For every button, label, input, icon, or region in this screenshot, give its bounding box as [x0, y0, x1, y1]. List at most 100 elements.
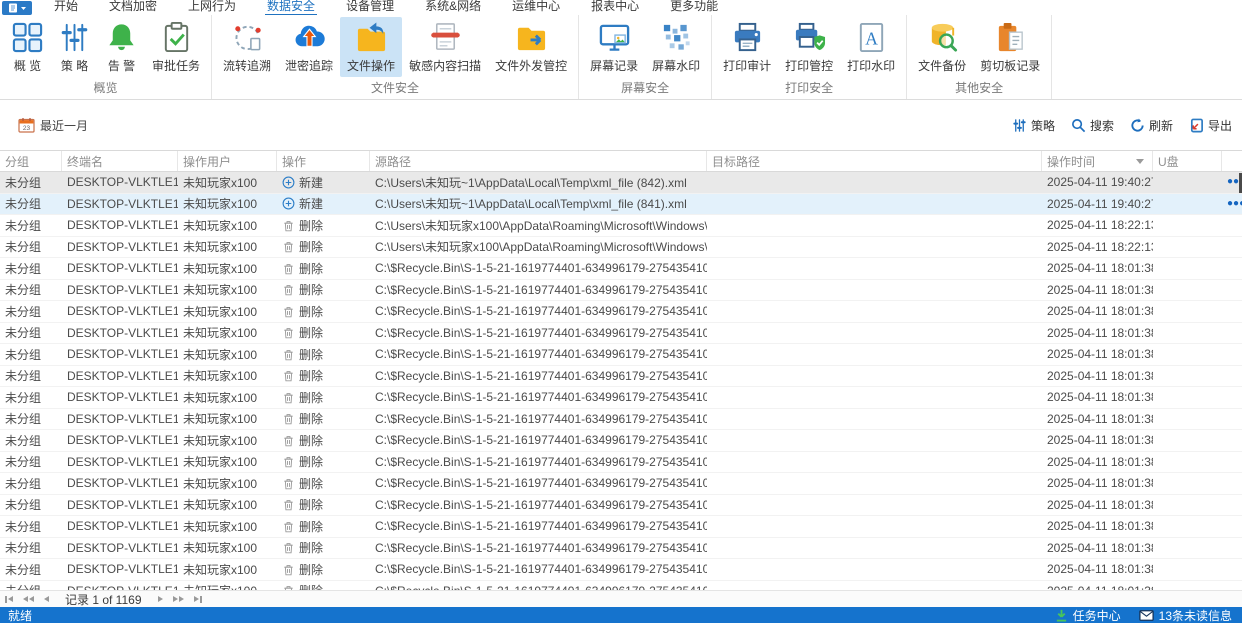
table-row[interactable]: 未分组DESKTOP-VLKTLE1未知玩家x100删除C:\$Recycle.… — [0, 581, 1242, 590]
policy-action-button[interactable]: 策略 — [1012, 117, 1055, 134]
sensitive-content-scan-button[interactable]: 敏感内容扫描 — [402, 17, 488, 77]
table-row[interactable]: 未分组 DESKTOP-VLKTLE1 未知玩家x100 新建 C:\Users\未知玩… — [0, 193, 1242, 215]
table-row[interactable]: 未分组DESKTOP-VLKTLE1未知玩家x100删除C:\$Recycle.… — [0, 516, 1242, 538]
approval-tasks-button[interactable]: 审批任务 — [145, 17, 207, 77]
table-row[interactable]: 未分组DESKTOP-VLKTLE1未知玩家x100删除C:\$Recycle.… — [0, 366, 1242, 387]
ribbon-tabs: 开始 文档加密 上网行为 数据安全 设备管理 系统&网络 运维中心 报表中心 更… — [52, 0, 720, 16]
file-operation-button[interactable]: 文件操作 — [340, 17, 403, 77]
tab-more-features[interactable]: 更多功能 — [668, 0, 720, 16]
alert-button[interactable]: 告 警 — [98, 17, 145, 77]
table-row[interactable]: 未分组DESKTOP-VLKTLE1未知玩家x100删除C:\$Recycle.… — [0, 387, 1242, 409]
table-row[interactable]: 未分组DESKTOP-VLKTLE1未知玩家x100删除C:\$Recycle.… — [0, 559, 1242, 581]
table-row[interactable]: 未分组DESKTOP-VLKTLE1未知玩家x100删除C:\$Recycle.… — [0, 473, 1242, 495]
cell-terminal: DESKTOP-VLKTLE1 — [67, 476, 178, 491]
cell-source-path: C:\$Recycle.Bin\S-1-5-21-1619774401-6349… — [375, 497, 707, 512]
tab-ops-center[interactable]: 运维中心 — [510, 0, 562, 16]
column-header-usb[interactable]: U盘 — [1153, 151, 1222, 171]
table-row[interactable]: 未分组 DESKTOP-VLKTLE1 未知玩家x100 删除 C:\Users\未知玩… — [0, 237, 1242, 258]
file-backup-button[interactable]: 文件备份 — [911, 17, 973, 77]
flow-trace-button[interactable]: 流转追溯 — [216, 17, 278, 77]
filter-dropdown-icon[interactable] — [1136, 158, 1144, 164]
cell-source-path: C:\$Recycle.Bin\S-1-5-21-1619774401-6349… — [375, 390, 707, 405]
print-control-button[interactable]: 打印管控 — [778, 17, 840, 77]
plus-circle-icon — [282, 176, 295, 189]
task-center-button[interactable]: 任务中心 — [1055, 607, 1121, 623]
cell-usb — [1153, 452, 1222, 473]
cell-source-path: C:\$Recycle.Bin\S-1-5-21-1619774401-6349… — [375, 347, 707, 362]
tab-web-behavior[interactable]: 上网行为 — [186, 0, 238, 16]
clipboard-record-button[interactable]: 剪切板记录 — [973, 17, 1047, 77]
table-row[interactable]: 未分组DESKTOP-VLKTLE1未知玩家x100删除C:\$Recycle.… — [0, 258, 1242, 280]
file-outgoing-folder-icon — [517, 27, 545, 51]
trash-icon — [284, 478, 293, 490]
tab-data-security[interactable]: 数据安全 — [265, 0, 318, 16]
cell-source-path: C:\$Recycle.Bin\S-1-5-21-1619774401-6349… — [370, 581, 707, 590]
cell-time: 2025-04-11 18:01:38 — [1047, 325, 1153, 340]
cell-user: 未知玩家x100 — [183, 519, 258, 534]
cell-user: 未知玩家x100 — [183, 197, 258, 212]
trash-icon — [284, 392, 293, 404]
trash-icon — [284, 242, 293, 253]
search-button[interactable]: 搜索 — [1071, 117, 1114, 134]
column-header-operation[interactable]: 操作 — [277, 151, 370, 171]
table-row[interactable]: 未分组DESKTOP-VLKTLE1未知玩家x100删除C:\$Recycle.… — [0, 323, 1242, 344]
fast-prev-page-button[interactable] — [21, 596, 36, 602]
table-row[interactable]: 未分组DESKTOP-VLKTLE1未知玩家x100删除C:\$Recycle.… — [0, 409, 1242, 430]
prev-page-button[interactable] — [42, 596, 51, 602]
cell-time: 2025-04-11 18:01:38 — [1047, 347, 1153, 362]
cell-usb — [1153, 495, 1222, 516]
table-row[interactable]: 未分组 DESKTOP-VLKTLE1 未知玩家x100 删除 C:\Users\未知玩… — [0, 215, 1242, 237]
row-actions-button[interactable]: ●●● — [1227, 198, 1242, 209]
table-row[interactable]: 未分组DESKTOP-VLKTLE1未知玩家x100删除C:\$Recycle.… — [0, 495, 1242, 516]
cell-operation: 删除 — [277, 581, 370, 590]
cell-group: 未分组 — [5, 519, 42, 534]
print-watermark-button[interactable]: A 打印水印 — [840, 17, 902, 77]
cell-usb — [1153, 430, 1222, 451]
column-header-target-path[interactable]: 目标路径 — [707, 151, 1042, 171]
cell-user: 未知玩家x100 — [183, 476, 258, 491]
tab-start[interactable]: 开始 — [52, 0, 80, 16]
table-row[interactable]: 未分组DESKTOP-VLKTLE1未知玩家x100删除C:\$Recycle.… — [0, 344, 1242, 366]
last-page-button[interactable] — [192, 595, 204, 603]
print-audit-button[interactable]: 打印审计 — [716, 17, 778, 77]
table-row[interactable]: 未分组DESKTOP-VLKTLE1未知玩家x100删除C:\$Recycle.… — [0, 280, 1242, 301]
app-menu-icon[interactable] — [2, 0, 32, 15]
table-row[interactable]: 未分组DESKTOP-VLKTLE1未知玩家x100删除C:\$Recycle.… — [0, 538, 1242, 559]
file-outgoing-control-button[interactable]: 文件外发管控 — [488, 17, 574, 77]
leak-tracking-button[interactable]: 泄密追踪 — [278, 17, 340, 77]
table-row[interactable]: 未分组DESKTOP-VLKTLE1未知玩家x100删除C:\$Recycle.… — [0, 430, 1242, 452]
cell-time: 2025-04-11 18:01:38 — [1047, 454, 1153, 469]
policy-button[interactable]: 策 略 — [51, 17, 98, 77]
tab-doc-encryption[interactable]: 文档加密 — [107, 0, 159, 16]
refresh-button[interactable]: 刷新 — [1130, 117, 1173, 134]
tab-report-center[interactable]: 报表中心 — [589, 0, 641, 16]
cell-group: 未分组 — [5, 175, 42, 190]
file-operation-folder-icon — [357, 22, 385, 52]
tab-device-management[interactable]: 设备管理 — [344, 0, 396, 16]
export-button[interactable]: 导出 — [1189, 117, 1232, 134]
table-row[interactable]: 未分组DESKTOP-VLKTLE1未知玩家x100删除C:\$Recycle.… — [0, 301, 1242, 323]
column-header-source-path[interactable]: 源路径 — [370, 151, 707, 171]
table-row[interactable]: 未分组 DESKTOP-VLKTLE1 未知玩家x100 新建 C:\Users\未知玩… — [0, 172, 1242, 194]
cell-terminal: DESKTOP-VLKTLE1 — [67, 519, 178, 534]
trash-icon — [284, 586, 293, 590]
column-header-terminal[interactable]: 终端名 — [62, 151, 178, 171]
overview-button[interactable]: 概 览 — [4, 17, 51, 77]
fast-next-page-button[interactable] — [171, 596, 186, 602]
cell-usb — [1153, 301, 1222, 322]
next-page-button[interactable] — [156, 596, 165, 602]
first-page-button[interactable] — [3, 595, 15, 603]
cell-source-path: C:\$Recycle.Bin\S-1-5-21-1619774401-6349… — [375, 476, 707, 491]
cell-row-actions — [1222, 237, 1242, 258]
status-bar: 就绪 任务中心 13条未读信息 — [0, 607, 1242, 623]
unread-messages-button[interactable]: 13条未读信息 — [1138, 607, 1232, 623]
screen-watermark-button[interactable]: 屏幕水印 — [645, 17, 707, 77]
date-range-filter[interactable]: 23 最近一月 — [18, 117, 88, 134]
cell-usb — [1153, 194, 1222, 215]
screen-record-button[interactable]: 屏幕记录 — [583, 17, 645, 77]
tab-system-network[interactable]: 系统&网络 — [423, 0, 483, 16]
column-header-user[interactable]: 操作用户 — [178, 151, 277, 171]
column-header-group[interactable]: 分组 — [0, 151, 62, 171]
table-row[interactable]: 未分组DESKTOP-VLKTLE1未知玩家x100删除C:\$Recycle.… — [0, 452, 1242, 473]
column-header-time[interactable]: 操作时间 — [1042, 151, 1153, 171]
